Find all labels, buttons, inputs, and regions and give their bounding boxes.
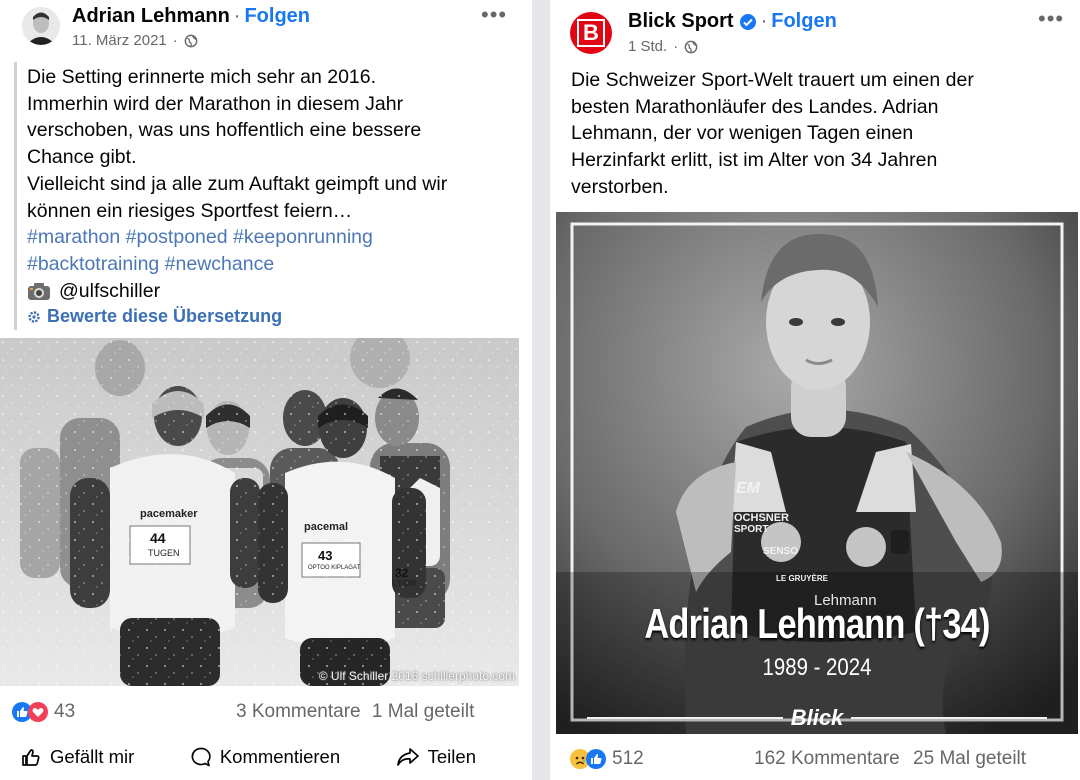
left-post-header: Adrian Lehmann · Folgen 11. März 2021 · … — [0, 0, 532, 62]
camera-icon — [28, 282, 50, 300]
marathon-photo[interactable]: pacemaker 44 TUGEN pacemal 43 OPTOO KIPL… — [0, 338, 519, 686]
action-bar: Gefällt mir Kommentieren Teilen — [20, 746, 520, 768]
rate-translation-link[interactable]: Bewerte diese Übersetzung — [27, 306, 519, 327]
verified-icon — [739, 13, 756, 30]
blick-logo-text: Blick — [790, 705, 844, 730]
comment-label: Kommentieren — [219, 746, 341, 767]
author-avatar[interactable] — [22, 7, 60, 45]
like-button[interactable]: Gefällt mir — [20, 746, 134, 768]
more-icon[interactable]: ••• — [1038, 6, 1064, 32]
post-text-line: Die Schweizer Sport-Welt trauert um eine… — [571, 69, 974, 91]
globe-icon — [684, 40, 698, 53]
post-text-line: Chance gibt. — [27, 146, 137, 169]
share-button[interactable]: Teilen — [396, 746, 476, 768]
post-text-line: verschoben, was uns hoffentlich eine bes… — [27, 119, 422, 142]
follow-button[interactable]: Folgen — [771, 10, 837, 33]
shirt-sponsor-text: SPORT — [734, 524, 769, 535]
bib-number: 44 — [150, 530, 166, 546]
blick-logo: Blick — [556, 705, 1078, 731]
author-name[interactable]: Adrian Lehmann — [72, 5, 230, 28]
bib-number: 43 — [318, 548, 333, 563]
post-text-line: besten Marathonläufer des Landes. Adrian — [571, 95, 939, 118]
bib-name: LYON — [392, 578, 417, 588]
page-name[interactable]: Blick Sport — [628, 10, 734, 33]
bib-text: pacemaker — [140, 508, 198, 520]
bib-text: pacemal — [304, 521, 349, 533]
bib-name: OPTOO KIPLAGAT — [308, 565, 361, 571]
photographer-mention[interactable]: @ulfschiller — [59, 278, 160, 305]
hashtags-line[interactable]: #backtotraining #newchance — [27, 251, 519, 278]
reactions-count: 43 — [54, 701, 76, 722]
post-text-line: Die Setting erinnerte mich sehr an 2016. — [27, 66, 377, 88]
post-meta: 11. März 2021 · — [72, 32, 198, 49]
follow-button[interactable]: Folgen — [244, 5, 310, 28]
comment-icon — [191, 747, 211, 767]
gear-icon — [28, 311, 40, 323]
like-label: Gefällt mir — [50, 746, 135, 767]
shirt-sponsor-text: LE GRUYÈRE — [776, 574, 829, 583]
thumbs-up-icon — [22, 749, 40, 766]
shirt-sponsor-text: OCHSNER — [734, 512, 790, 524]
avatar-letter: B — [577, 19, 605, 47]
logo-rule — [586, 717, 783, 719]
photo-watermark: © Ulf Schiller 2016 schillerphoto.com — [318, 669, 515, 683]
comments-count[interactable]: 162 Kommentare — [754, 748, 900, 769]
post-text-line: verstorben. — [571, 175, 669, 198]
shares-count[interactable]: 1 Mal geteilt — [372, 701, 474, 722]
separator-dot: · — [233, 5, 241, 27]
shirt-sponsor-text: SENSO — [763, 546, 799, 557]
shirt-logo-text: EM — [736, 480, 760, 497]
right-post-header: B Blick Sport · Folgen 1 Std. · ••• — [550, 0, 1080, 62]
globe-icon — [184, 34, 198, 47]
memorial-name: Adrian Lehmann (†34) — [644, 600, 990, 647]
rate-translation-label: Bewerte diese Übersetzung — [47, 306, 283, 327]
memorial-photo[interactable]: EM OCHSNER SPORT SENSO LE GRUYÈRE Lehman… — [556, 212, 1078, 734]
bib-name: TUGEN — [148, 548, 180, 558]
post-date[interactable]: 11. März 2021 — [72, 32, 167, 49]
memorial-years: 1989 - 2024 — [762, 654, 872, 681]
comment-button[interactable]: Kommentieren — [190, 746, 340, 768]
post-text-line: Vielleicht sind ja alle zum Auftakt geim… — [27, 172, 448, 195]
separator-dot: · — [673, 38, 679, 55]
reactions-summary[interactable]: 43 — [12, 701, 75, 723]
separator-dot: · — [760, 10, 768, 32]
right-post-body: Die Schweizer Sport-Welt trauert um eine… — [571, 67, 1066, 201]
reactions-count: 512 — [612, 748, 644, 769]
share-label: Teilen — [427, 746, 476, 767]
left-post: Adrian Lehmann · Folgen 11. März 2021 · … — [0, 0, 532, 780]
post-time[interactable]: 1 Std. — [628, 38, 667, 55]
post-text-line: Immerhin wird der Marathon in diesem Jah… — [27, 92, 404, 115]
post-meta: 1 Std. · — [628, 38, 698, 55]
post-text-line: Lehmann, der vor wenigen Tagen einen — [571, 122, 914, 145]
love-reaction-icon — [28, 702, 48, 722]
comments-count[interactable]: 3 Kommentare — [236, 701, 361, 722]
post-text-line: können ein riesiges Sportfest feiern… — [27, 199, 353, 222]
more-icon[interactable]: ••• — [481, 2, 507, 28]
reactions-summary[interactable]: 512 — [570, 748, 644, 770]
logo-rule — [851, 717, 1048, 719]
right-post: B Blick Sport · Folgen 1 Std. · ••• Die … — [550, 0, 1080, 780]
post-text-line: Herzinfarkt erlitt, ist im Alter von 34 … — [571, 149, 938, 172]
left-post-body: Die Setting erinnerte mich sehr an 2016.… — [14, 62, 519, 330]
page-avatar[interactable]: B — [570, 12, 612, 54]
share-icon — [396, 748, 419, 766]
hashtags-line[interactable]: #marathon #postponed #keeponrunning — [27, 224, 519, 251]
separator-dot: · — [172, 32, 178, 49]
shares-count[interactable]: 25 Mal geteilt — [913, 748, 1026, 769]
like-reaction-icon — [586, 749, 606, 769]
